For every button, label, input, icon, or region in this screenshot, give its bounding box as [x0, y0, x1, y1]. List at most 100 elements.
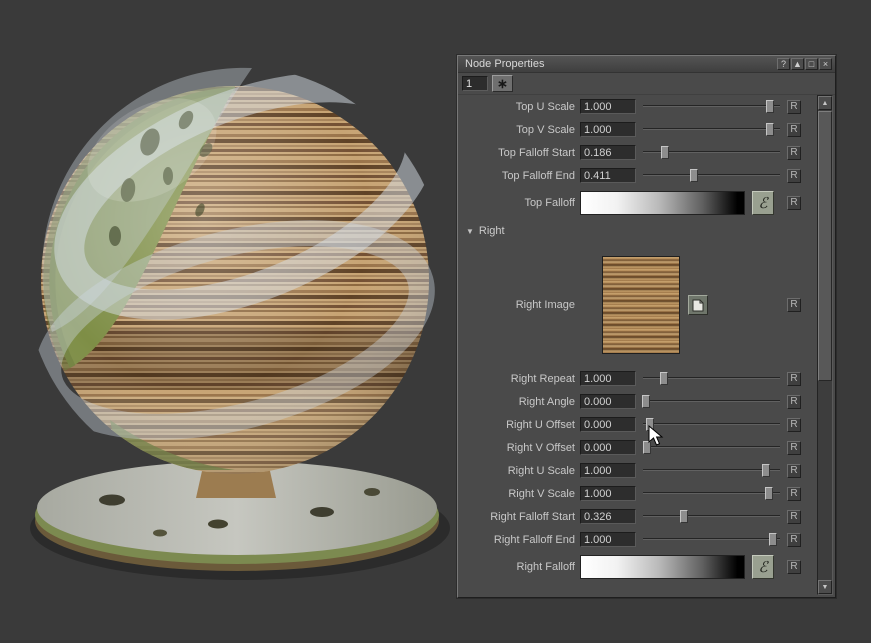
- panel-content: Top U Scale R Top V Scale R Top Falloff …: [458, 95, 816, 595]
- slider-handle[interactable]: [765, 487, 773, 500]
- property-label: Right V Scale: [462, 488, 580, 500]
- slider[interactable]: [643, 440, 780, 455]
- load-image-button[interactable]: [688, 295, 708, 315]
- pin-icon[interactable]: ▲: [791, 58, 804, 70]
- slider-handle[interactable]: [690, 169, 698, 182]
- reset-button[interactable]: R: [787, 510, 801, 524]
- property-row-right-image: Right Image R: [458, 243, 816, 367]
- reset-button[interactable]: R: [787, 441, 801, 455]
- slider-track[interactable]: [643, 128, 780, 130]
- property-label: Right Repeat: [462, 373, 580, 385]
- falloff-edit-button[interactable]: ℰ: [752, 191, 774, 215]
- reset-button[interactable]: R: [787, 560, 801, 574]
- property-row-right-falloff-start: Right Falloff Start R: [458, 505, 816, 528]
- section-header-right[interactable]: ▼ Right: [458, 219, 816, 243]
- value-input[interactable]: [580, 371, 636, 386]
- property-label: Top V Scale: [462, 124, 580, 136]
- reset-button[interactable]: R: [787, 123, 801, 137]
- property-label: Top Falloff End: [462, 170, 580, 182]
- preview-3d-viewport[interactable]: [0, 0, 470, 638]
- slider[interactable]: [643, 417, 780, 432]
- slider[interactable]: [643, 99, 780, 114]
- value-input[interactable]: [580, 168, 636, 183]
- slider-track[interactable]: [643, 538, 780, 540]
- falloff-edit-button[interactable]: ℰ: [752, 555, 774, 579]
- slider-track[interactable]: [643, 174, 780, 176]
- slider-handle[interactable]: [766, 123, 774, 136]
- slider[interactable]: [643, 463, 780, 478]
- scrollbar-thumb[interactable]: [818, 111, 832, 381]
- falloff-gradient-bar[interactable]: [580, 555, 745, 579]
- property-label: Right V Offset: [462, 442, 580, 454]
- image-thumbnail[interactable]: [602, 256, 680, 354]
- node-properties-panel: Node Properties ? ▲ □ × ∗ Top U Scale R …: [457, 55, 836, 598]
- property-label: Top Falloff: [462, 197, 580, 209]
- slider-handle[interactable]: [646, 418, 654, 431]
- value-input[interactable]: [580, 440, 636, 455]
- property-row-top-falloff-start: Top Falloff Start R: [458, 141, 816, 164]
- value-input[interactable]: [580, 99, 636, 114]
- slider-handle[interactable]: [680, 510, 688, 523]
- help-icon[interactable]: ?: [777, 58, 790, 70]
- slider[interactable]: [643, 394, 780, 409]
- slider[interactable]: [643, 509, 780, 524]
- node-index-input[interactable]: [462, 76, 488, 91]
- property-row-right-angle: Right Angle R: [458, 390, 816, 413]
- slider[interactable]: [643, 168, 780, 183]
- property-label: Right Falloff Start: [462, 511, 580, 523]
- slider-track[interactable]: [643, 492, 780, 494]
- slider[interactable]: [643, 145, 780, 160]
- panel-titlebar[interactable]: Node Properties ? ▲ □ ×: [458, 56, 835, 73]
- slider-track[interactable]: [643, 515, 780, 517]
- slider-handle[interactable]: [643, 441, 651, 454]
- slider-handle[interactable]: [762, 464, 770, 477]
- value-input[interactable]: [580, 486, 636, 501]
- slider-track[interactable]: [643, 446, 780, 448]
- slider-track[interactable]: [643, 105, 780, 107]
- slider[interactable]: [643, 371, 780, 386]
- close-icon[interactable]: ×: [819, 58, 832, 70]
- material-preview-sphere: [0, 0, 470, 638]
- reset-button[interactable]: R: [787, 395, 801, 409]
- restore-icon[interactable]: □: [805, 58, 818, 70]
- reset-button[interactable]: R: [787, 196, 801, 210]
- value-input[interactable]: [580, 463, 636, 478]
- slider-handle[interactable]: [660, 372, 668, 385]
- value-input[interactable]: [580, 145, 636, 160]
- slider-track[interactable]: [643, 423, 780, 425]
- slider-track[interactable]: [643, 469, 780, 471]
- reset-button[interactable]: R: [787, 372, 801, 386]
- falloff-gradient-bar[interactable]: [580, 191, 745, 215]
- scroll-up-button[interactable]: ▲: [818, 96, 832, 110]
- reset-button[interactable]: R: [787, 169, 801, 183]
- value-input[interactable]: [580, 509, 636, 524]
- reset-button[interactable]: R: [787, 464, 801, 478]
- reset-button[interactable]: R: [787, 418, 801, 432]
- slider[interactable]: [643, 486, 780, 501]
- slider-handle[interactable]: [769, 533, 777, 546]
- property-label: Right Falloff End: [462, 534, 580, 546]
- value-input[interactable]: [580, 532, 636, 547]
- slider[interactable]: [643, 532, 780, 547]
- node-options-button[interactable]: ∗: [492, 75, 513, 92]
- slider-handle[interactable]: [642, 395, 650, 408]
- property-row-top-u-scale: Top U Scale R: [458, 95, 816, 118]
- vertical-scrollbar[interactable]: ▲ ▼: [817, 95, 833, 595]
- property-row-right-u-offset: Right U Offset R: [458, 413, 816, 436]
- slider-handle[interactable]: [766, 100, 774, 113]
- reset-button[interactable]: R: [787, 487, 801, 501]
- value-input[interactable]: [580, 417, 636, 432]
- reset-button[interactable]: R: [787, 533, 801, 547]
- titlebar-icons: ? ▲ □ ×: [777, 58, 832, 70]
- slider-track[interactable]: [643, 400, 780, 402]
- reset-button[interactable]: R: [787, 298, 801, 312]
- value-input[interactable]: [580, 394, 636, 409]
- scroll-down-button[interactable]: ▼: [818, 580, 832, 594]
- value-input[interactable]: [580, 122, 636, 137]
- collapse-triangle-icon[interactable]: ▼: [466, 227, 474, 236]
- property-row-top-v-scale: Top V Scale R: [458, 118, 816, 141]
- slider-handle[interactable]: [661, 146, 669, 159]
- reset-button[interactable]: R: [787, 146, 801, 160]
- slider[interactable]: [643, 122, 780, 137]
- reset-button[interactable]: R: [787, 100, 801, 114]
